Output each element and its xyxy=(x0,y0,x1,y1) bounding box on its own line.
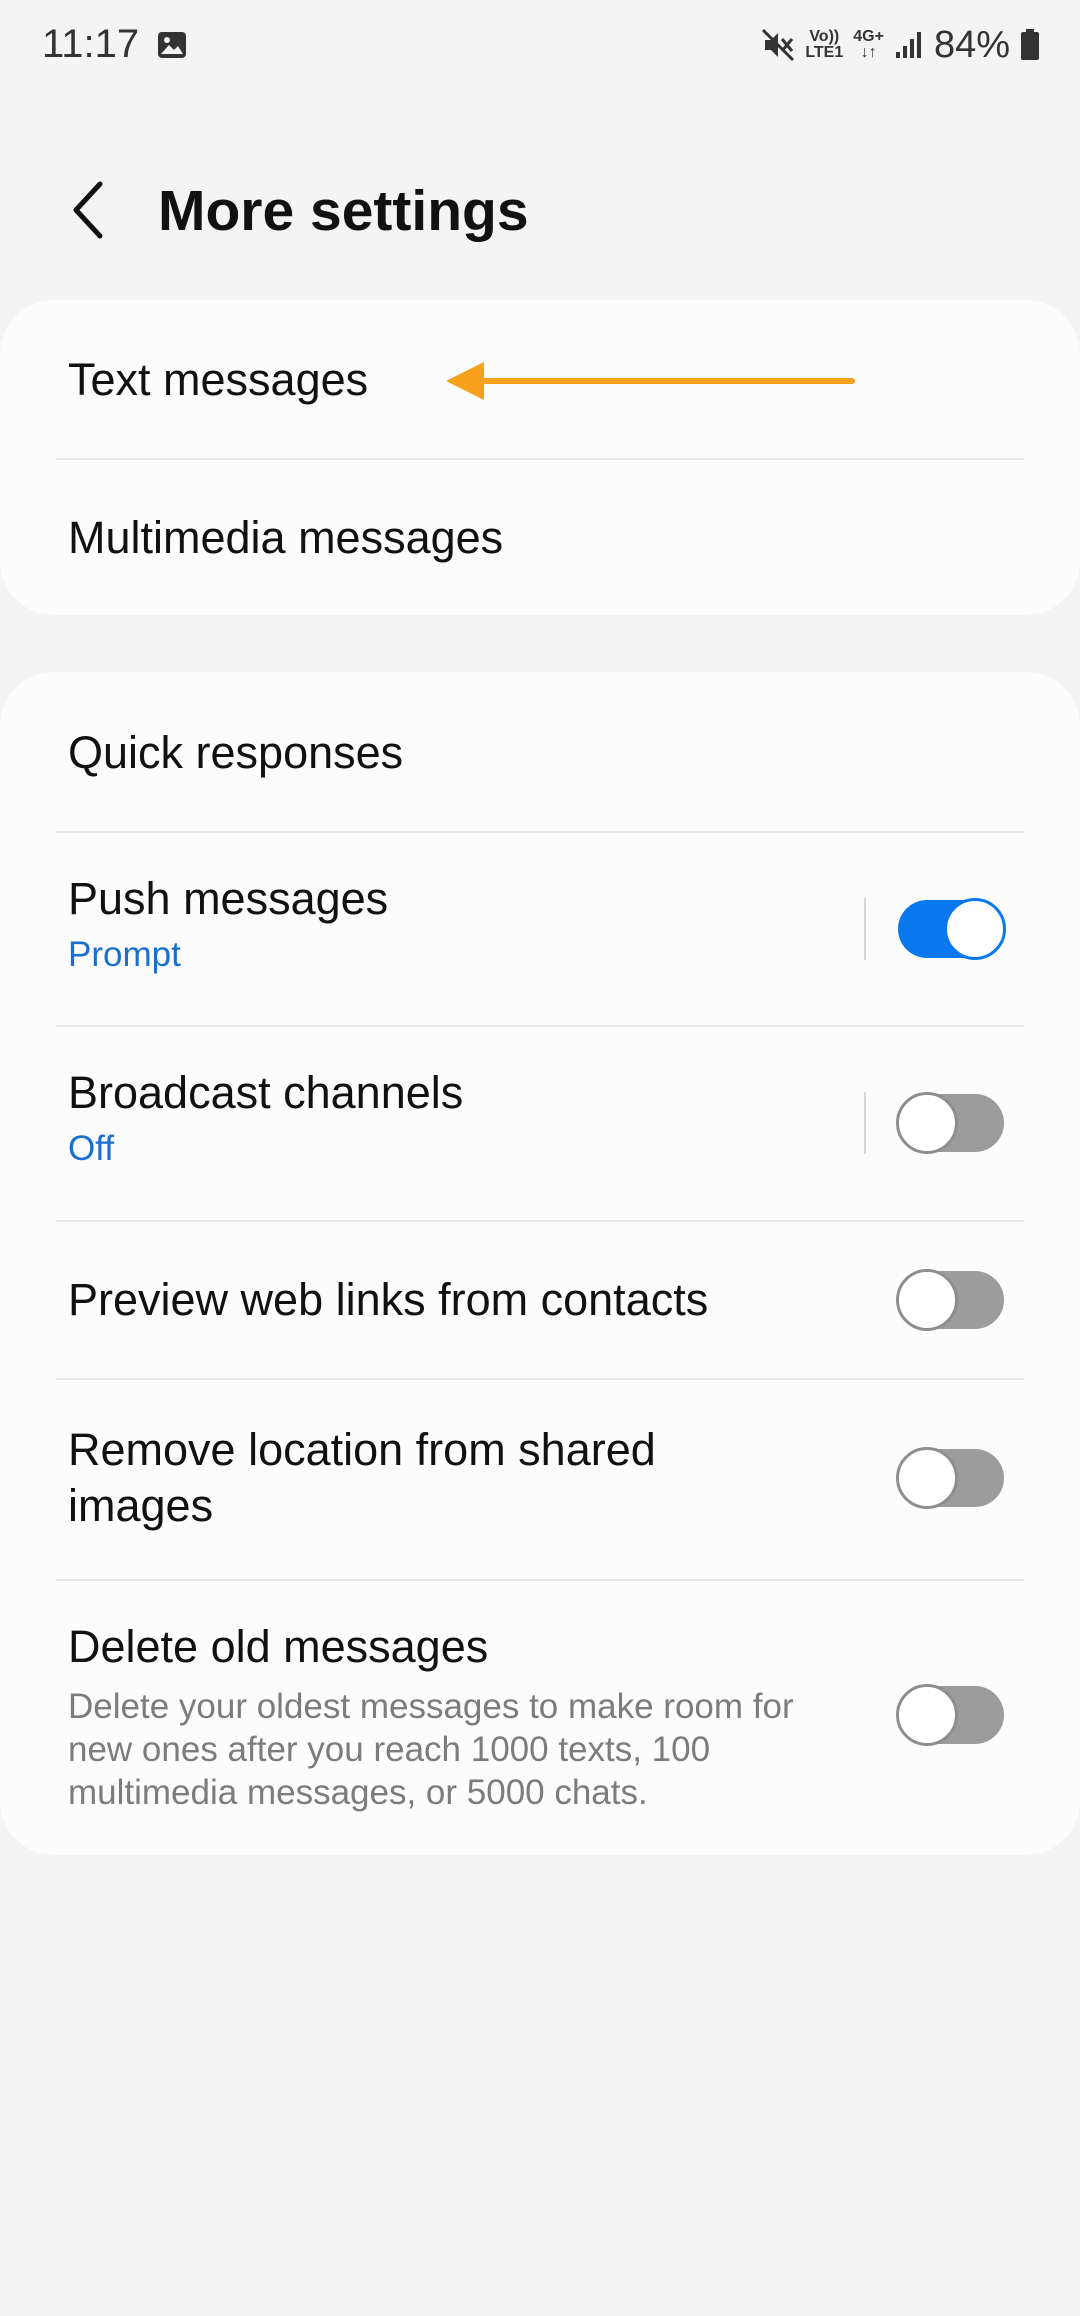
battery-icon xyxy=(1021,29,1039,60)
quick-responses-item[interactable]: Quick responses xyxy=(0,672,1080,831)
network-indicator: 4G+ ↓↑ xyxy=(853,29,884,61)
remove-location-item[interactable]: Remove location from shared images xyxy=(0,1380,1080,1579)
delete-old-messages-description: Delete your oldest messages to make room… xyxy=(68,1687,794,1812)
status-bar: 11:17 Vo)) LTE1 4G+ ↓↑ 84% xyxy=(0,0,1080,90)
chevron-left-icon xyxy=(73,181,103,239)
multimedia-messages-item[interactable]: Multimedia messages xyxy=(0,460,1080,615)
remove-location-toggle[interactable] xyxy=(896,1447,1004,1509)
remove-location-title: Remove location from shared images xyxy=(68,1424,656,1531)
delete-old-messages-item[interactable]: Delete old messages Delete your oldest m… xyxy=(0,1581,1080,1855)
broadcast-channels-status: Off xyxy=(68,1129,115,1168)
messages-type-group: Text messages Multimedia messages xyxy=(0,300,1080,615)
push-messages-item[interactable]: Push messages Prompt xyxy=(0,833,1080,1025)
broadcast-channels-title: Broadcast channels xyxy=(68,1067,464,1118)
volte-label: Vo)) xyxy=(809,28,840,45)
push-messages-status: Prompt xyxy=(68,935,181,974)
multimedia-messages-label: Multimedia messages xyxy=(68,512,504,563)
quick-responses-label: Quick responses xyxy=(68,727,404,778)
battery-percent: 84% xyxy=(933,23,1010,66)
vertical-separator xyxy=(864,898,866,960)
lte-label: LTE1 xyxy=(805,44,844,61)
signal-icon xyxy=(895,32,921,58)
mute-icon xyxy=(762,28,795,62)
data-arrows-icon: ↓↑ xyxy=(860,44,877,61)
status-icons: Vo)) LTE1 4G+ ↓↑ 84% xyxy=(761,18,1040,72)
broadcast-channels-item[interactable]: Broadcast channels Off xyxy=(0,1027,1080,1220)
toggle-knob xyxy=(896,1092,958,1154)
preview-web-links-item[interactable]: Preview web links from contacts xyxy=(0,1222,1080,1378)
gallery-icon xyxy=(158,32,186,58)
volte-indicator: Vo)) LTE1 xyxy=(805,29,843,61)
page-title: More settings xyxy=(158,179,529,243)
toggle-knob xyxy=(896,1684,958,1746)
delete-old-messages-toggle[interactable] xyxy=(896,1684,1004,1746)
network-type-label: 4G+ xyxy=(853,28,884,45)
toggle-knob xyxy=(896,1269,958,1331)
toggle-knob xyxy=(896,1447,958,1509)
toggle-knob xyxy=(944,898,1006,960)
annotation-arrow-icon xyxy=(446,362,855,400)
preview-web-links-title: Preview web links from contacts xyxy=(68,1274,709,1325)
header: More settings xyxy=(0,150,1080,270)
status-time: 11:17 xyxy=(42,22,140,66)
vertical-separator xyxy=(864,1092,866,1154)
back-button[interactable] xyxy=(56,172,120,248)
more-settings-group: Quick responses Push messages Prompt Bro… xyxy=(0,672,1080,1855)
preview-web-links-toggle[interactable] xyxy=(896,1269,1004,1331)
delete-old-messages-title: Delete old messages xyxy=(68,1621,489,1672)
push-messages-title: Push messages xyxy=(68,873,389,924)
text-messages-label: Text messages xyxy=(68,354,369,405)
broadcast-channels-toggle[interactable] xyxy=(896,1092,1004,1154)
push-messages-toggle[interactable] xyxy=(898,898,1006,960)
